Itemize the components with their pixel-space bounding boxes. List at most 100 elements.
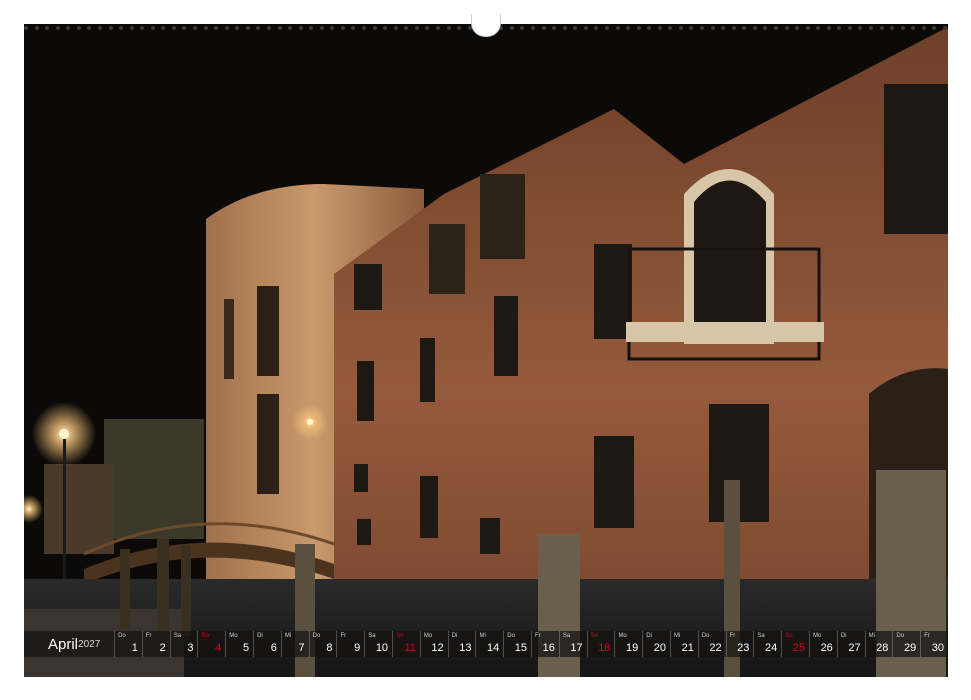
day-cell: Do 29 [892,631,920,657]
spiral-hole [277,26,282,30]
spiral-hole [309,26,314,30]
day-cell: Di 13 [447,631,476,657]
spiral-hole [647,26,652,30]
spiral-hole [562,26,567,30]
weekday-label: So [590,633,598,639]
day-cell: So 18 [586,631,615,657]
day-cell: Mo 26 [809,631,837,657]
spiral-hole [773,26,778,30]
day-cell: Sa 17 [558,631,587,657]
spiral-hole [583,26,588,30]
weekday-label: Di [646,633,652,639]
day-number: 11 [404,642,416,654]
spiral-hole [869,26,873,30]
day-number: 22 [709,642,722,654]
spiral-hole [784,26,789,30]
weekday-label: Sa [757,633,765,639]
weekday-label: Mi [284,633,292,639]
day-cell: Do 1 [114,631,142,657]
day-number: 30 [931,642,944,654]
weekday-label: Mo [229,633,238,639]
spiral-hole [710,26,715,30]
day-number: 14 [487,642,500,654]
day-number: 18 [598,642,611,654]
day-cell: Sa 10 [364,631,392,657]
spiral-hole [330,26,335,30]
spiral-hole [351,26,356,30]
day-cell: Di 6 [253,631,281,657]
day-number: 2 [159,642,166,654]
day-number: 24 [764,642,778,654]
weekday-label: Do [312,633,321,639]
weekday-label: Di [840,633,847,639]
day-number: 27 [848,642,861,654]
spiral-hole [509,26,514,30]
spiral-hole [24,26,28,30]
weekday-label: Di [451,633,458,639]
venice-night-canal-illustration [24,24,948,677]
weekday-label: Fr [924,633,930,639]
day-cell: Do 8 [308,631,337,657]
spiral-hole [615,26,620,30]
spiral-hole [636,26,641,30]
day-number: 8 [326,642,333,654]
day-cell: Mi 21 [670,631,698,657]
day-number: 26 [820,642,833,654]
day-cell: Fr 16 [531,631,559,657]
day-cell: So 25 [781,631,809,657]
weekday-label: Fr [145,633,152,639]
calendar-photo [24,24,948,677]
day-number: 25 [792,642,806,654]
day-number: 12 [431,642,444,654]
spiral-hole [393,26,398,30]
day-cell: Fr 2 [141,631,170,657]
day-number: 29 [903,642,917,654]
day-cell: Mo 19 [614,631,642,657]
spiral-hole [76,26,81,30]
spiral-hole [541,26,546,30]
spiral-hole [161,26,166,30]
spiral-hole [763,26,768,30]
day-number: 17 [570,642,583,654]
spiral-hole [256,26,261,30]
spiral-hole [700,26,704,30]
spiral-hole [531,26,535,30]
spiral-hole [837,26,842,30]
spiral-hole [362,26,366,30]
weekday-label: So [201,633,209,639]
day-number: 7 [298,642,305,654]
weekday-label: Mi [868,633,875,639]
spiral-hole [932,26,937,30]
spiral-hole [900,26,905,30]
day-number: 15 [514,642,528,654]
weekday-label: Fr [729,633,736,639]
spiral-hole [805,26,810,30]
weekday-label: Do [118,633,126,639]
day-number: 13 [459,642,472,654]
day-number: 9 [354,642,361,654]
spiral-hole [266,26,271,30]
day-cell: Do 15 [503,631,531,657]
spiral-hole [457,26,462,30]
spiral-hole [414,26,419,30]
weekday-label: Do [701,633,710,639]
day-cell: So 11 [392,631,420,657]
weekday-label: Sa [173,633,182,639]
spiral-hole [573,26,578,30]
month-label: April [48,635,79,653]
spiral-hole [858,26,863,30]
spiral-hole [193,26,197,30]
spiral-hole [689,26,694,30]
spiral-hole [150,26,155,30]
spiral-hole [911,26,916,30]
weekday-label: So [396,633,404,639]
weekday-label: Mo [813,633,822,639]
spiral-hole [214,26,219,30]
spiral-hole [721,26,726,30]
day-cell: Fr 9 [336,631,364,657]
year-label: 2027 [78,638,101,650]
spiral-hole [182,26,187,30]
day-cell: Di 20 [642,631,670,657]
spiral-hole [235,26,240,30]
spiral-hole [435,26,440,30]
